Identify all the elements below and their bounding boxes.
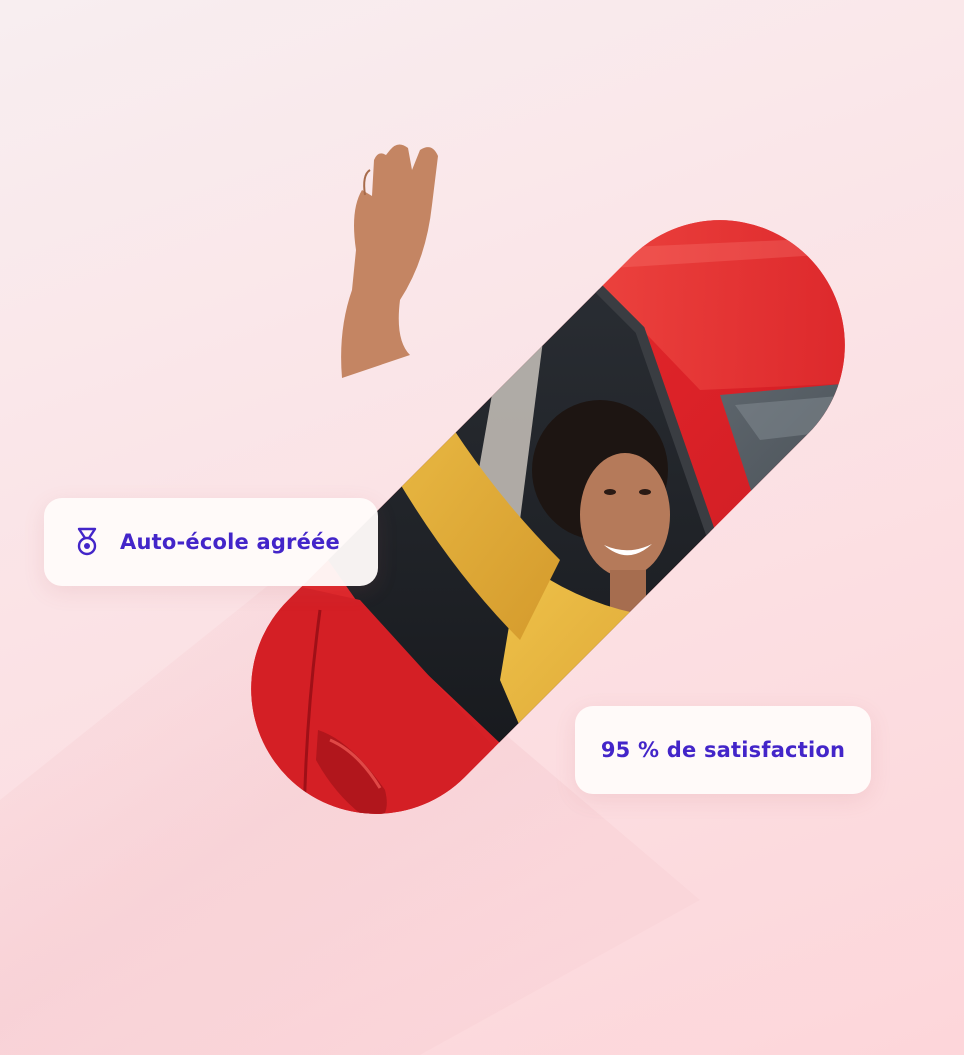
satisfaction-badge: 95 % de satisfaction	[575, 706, 871, 794]
hero-visual: Auto-école agréée 95 % de satisfaction	[0, 0, 964, 1055]
approved-school-label: Auto-école agréée	[120, 530, 340, 554]
satisfaction-label: 95 % de satisfaction	[600, 738, 846, 762]
approved-school-badge: Auto-école agréée	[44, 498, 378, 586]
waving-hand	[341, 144, 438, 378]
medal-icon	[77, 527, 97, 556]
